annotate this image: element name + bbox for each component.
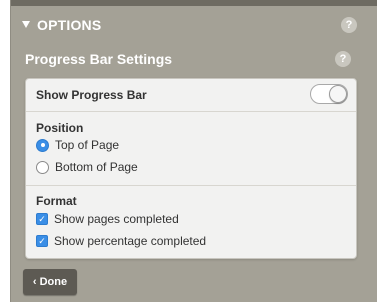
position-top-option[interactable]: Top of Page [36, 137, 119, 153]
format-pages-label[interactable]: Show pages completed [54, 212, 179, 226]
section-divider [26, 185, 356, 186]
options-panel: OPTIONS ? Progress Bar Settings ? Show P… [10, 0, 377, 302]
panel-top-bar [11, 0, 377, 6]
triangle-down-icon[interactable] [22, 21, 30, 28]
done-label: Done [39, 276, 68, 288]
format-label: Format [36, 194, 77, 208]
radio-selected-icon[interactable] [36, 138, 49, 152]
chevron-left-icon: ‹ [32, 276, 37, 288]
done-button[interactable]: ‹ Done [23, 269, 77, 295]
toggle-knob[interactable] [329, 85, 347, 103]
options-title[interactable]: OPTIONS [37, 17, 101, 33]
format-percentage-option[interactable]: ✓ Show percentage completed [36, 233, 206, 249]
progress-bar-settings-title: Progress Bar Settings [25, 51, 173, 67]
format-percentage-label[interactable]: Show percentage completed [54, 234, 206, 248]
show-progress-bar-toggle[interactable] [310, 84, 348, 104]
position-label: Position [36, 121, 84, 135]
options-header[interactable]: OPTIONS ? [11, 8, 377, 44]
show-progress-bar-label: Show Progress Bar [36, 88, 147, 102]
position-bottom-label[interactable]: Bottom of Page [55, 160, 138, 174]
progress-bar-help-icon[interactable]: ? [335, 51, 351, 67]
checkbox-checked-icon[interactable]: ✓ [36, 235, 48, 247]
radio-unselected-icon[interactable] [36, 160, 49, 174]
position-bottom-option[interactable]: Bottom of Page [36, 159, 138, 175]
progress-bar-settings-card: Show Progress Bar Position Top of Page B… [25, 78, 357, 259]
position-top-label[interactable]: Top of Page [55, 138, 119, 152]
checkbox-checked-icon[interactable]: ✓ [36, 213, 48, 225]
options-help-icon[interactable]: ? [341, 17, 357, 33]
show-progress-bar-row: Show Progress Bar [26, 79, 356, 112]
format-pages-option[interactable]: ✓ Show pages completed [36, 211, 179, 227]
